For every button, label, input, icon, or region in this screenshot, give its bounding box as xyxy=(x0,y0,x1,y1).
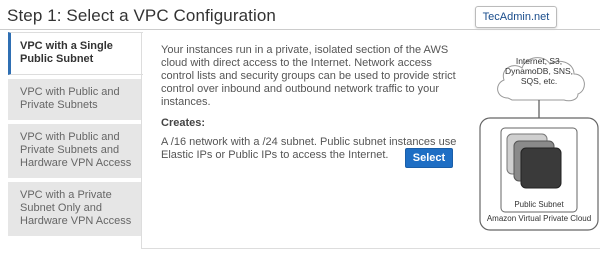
creates-heading: Creates: xyxy=(161,117,206,129)
title-divider xyxy=(0,29,600,30)
public-subnet-label: Public Subnet xyxy=(514,200,564,209)
nav-item-public-private-subnets[interactable]: VPC with Public and Private Subnets xyxy=(8,79,142,120)
content-left-border xyxy=(141,32,142,248)
nav-item-private-subnet-vpn[interactable]: VPC with a Private Subnet Only and Hardw… xyxy=(8,182,142,236)
nav-item-single-public-subnet[interactable]: VPC with a Single Public Subnet xyxy=(8,32,143,75)
nav-item-public-private-vpn[interactable]: VPC with Public and Private Subnets and … xyxy=(8,124,142,178)
content-bottom-border xyxy=(141,248,600,249)
vpc-label: Amazon Virtual Private Cloud xyxy=(486,214,592,223)
vpc-diagram: Internet, S3, DynamoDB, SNS, SQS, etc. P… xyxy=(478,34,600,234)
configuration-description: Your instances run in a private, isolate… xyxy=(161,44,456,108)
page-title: Step 1: Select a VPC Configuration xyxy=(7,6,276,25)
select-button[interactable]: Select xyxy=(405,148,453,168)
cloud-services-label: Internet, S3, DynamoDB, SNS, SQS, etc. xyxy=(504,56,574,86)
vpc-configuration-nav: VPC with a Single Public Subnet VPC with… xyxy=(8,32,143,240)
watermark-badge: TecAdmin.net xyxy=(475,6,557,28)
